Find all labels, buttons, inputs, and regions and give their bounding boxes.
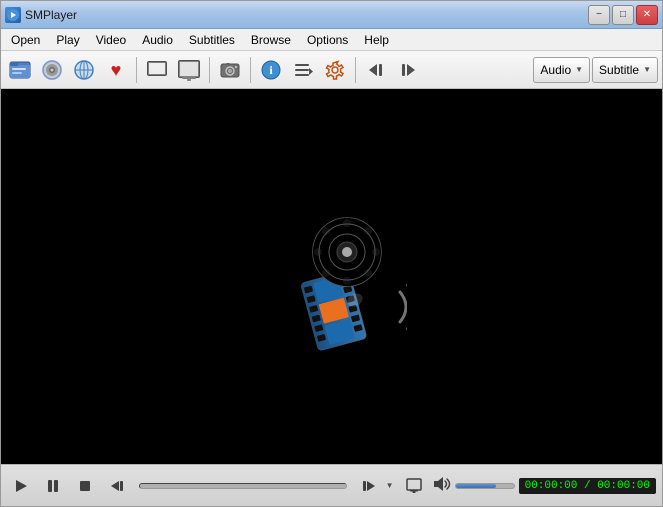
video-area[interactable]	[1, 89, 662, 464]
audio-dropdown-arrow: ▼	[575, 65, 583, 74]
open-button[interactable]	[5, 55, 35, 85]
subtitle-dropdown-arrow: ▼	[643, 65, 651, 74]
seek-back-button[interactable]	[103, 472, 131, 500]
toolbar-separator-1	[136, 57, 137, 83]
minimize-button[interactable]: −	[588, 5, 610, 25]
heart-icon: ♥	[111, 59, 122, 81]
play-button[interactable]	[7, 472, 35, 500]
normal-view-button[interactable]	[142, 55, 172, 85]
control-bar: ▼ 00:00:00 / 00:00:00	[1, 464, 662, 506]
close-button[interactable]: ✕	[636, 5, 658, 25]
menu-play[interactable]: Play	[48, 31, 87, 49]
title-bar: SMPlayer − □ ✕	[1, 1, 662, 29]
menu-help[interactable]: Help	[356, 31, 397, 49]
app-window: SMPlayer − □ ✕ Open Play Video Audio Sub…	[0, 0, 663, 507]
fullscreen-view-button[interactable]	[174, 55, 204, 85]
info-button[interactable]: i	[256, 55, 286, 85]
toolbar: ♥	[1, 51, 662, 89]
url-button[interactable]	[69, 55, 99, 85]
menu-options[interactable]: Options	[299, 31, 356, 49]
pause-button[interactable]	[39, 472, 67, 500]
seek-forward-button[interactable]	[355, 472, 383, 500]
favorites-button[interactable]: ♥	[101, 55, 131, 85]
subtitle-dropdown-label: Subtitle	[599, 63, 639, 77]
prev-chapter-button[interactable]	[361, 55, 391, 85]
progress-bar[interactable]	[139, 483, 347, 489]
volume-icon-area[interactable]	[431, 474, 451, 497]
volume-slider[interactable]	[455, 483, 515, 489]
maximize-button[interactable]: □	[612, 5, 634, 25]
audio-dropdown[interactable]: Audio ▼	[533, 57, 590, 83]
toolbar-separator-3	[250, 57, 251, 83]
time-display: 00:00:00 / 00:00:00	[519, 478, 656, 494]
smplayer-logo	[257, 202, 407, 352]
preferences-button[interactable]	[320, 55, 350, 85]
playlist-button[interactable]	[288, 55, 318, 85]
fullscreen-control-button[interactable]	[401, 473, 427, 499]
volume-fill	[456, 484, 497, 488]
subtitle-dropdown[interactable]: Subtitle ▼	[592, 57, 658, 83]
dvd-button[interactable]	[37, 55, 67, 85]
window-controls: − □ ✕	[588, 5, 658, 25]
app-icon	[5, 7, 21, 23]
menu-subtitles[interactable]: Subtitles	[181, 31, 243, 49]
seek-forward-dropdown[interactable]: ▼	[383, 479, 397, 493]
toolbar-separator-4	[355, 57, 356, 83]
menu-bar: Open Play Video Audio Subtitles Browse O…	[1, 29, 662, 51]
seek-forward-group: ▼	[355, 472, 397, 500]
toolbar-separator-2	[209, 57, 210, 83]
audio-dropdown-label: Audio	[540, 63, 571, 77]
menu-browse[interactable]: Browse	[243, 31, 299, 49]
menu-audio[interactable]: Audio	[134, 31, 181, 49]
menu-open[interactable]: Open	[3, 31, 48, 49]
menu-video[interactable]: Video	[88, 31, 134, 49]
screenshot-button[interactable]	[215, 55, 245, 85]
seek-back-group	[103, 472, 131, 500]
stop-button[interactable]	[71, 472, 99, 500]
next-chapter-button[interactable]	[393, 55, 423, 85]
window-title: SMPlayer	[25, 8, 588, 22]
